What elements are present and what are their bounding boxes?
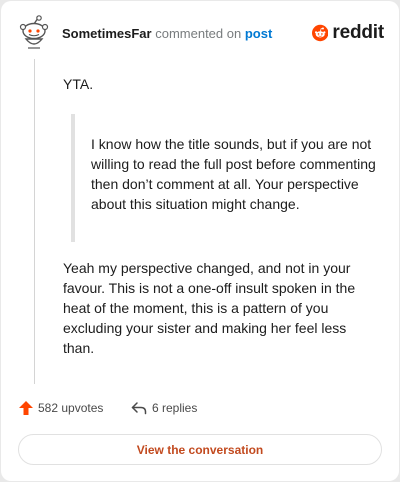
reddit-wordmark: reddit: [332, 22, 384, 43]
reply-arrow-icon: [131, 402, 147, 415]
reddit-alien-icon: [312, 24, 329, 42]
comment-header: SometimesFar commented on post: [62, 26, 272, 42]
comment-reply-text: Yeah my perspective changed, and not in …: [63, 260, 356, 356]
reddit-logo[interactable]: reddit: [312, 20, 384, 46]
thread-line[interactable]: [34, 59, 35, 384]
post-link[interactable]: post: [245, 26, 272, 41]
blockquote-bar: [71, 114, 75, 242]
replies-button[interactable]: 6 replies: [131, 400, 197, 416]
user-avatar-icon[interactable]: [19, 15, 49, 51]
upvote-arrow-icon: [19, 401, 33, 415]
comment-opening: YTA.: [63, 76, 94, 92]
username-link[interactable]: SometimesFar: [62, 26, 152, 41]
header-action-text: commented on: [155, 26, 242, 41]
view-conversation-label: View the conversation: [136, 442, 264, 457]
upvote-button[interactable]: 582 upvotes: [19, 400, 103, 416]
upvote-count: 582 upvotes: [38, 401, 104, 415]
blockquote-text: I know how the title sounds, but if you …: [91, 136, 376, 212]
view-conversation-button[interactable]: View the conversation: [18, 434, 382, 465]
reply-count: 6 replies: [152, 401, 198, 415]
comment-card: SometimesFar commented on post reddit YT…: [1, 1, 399, 481]
